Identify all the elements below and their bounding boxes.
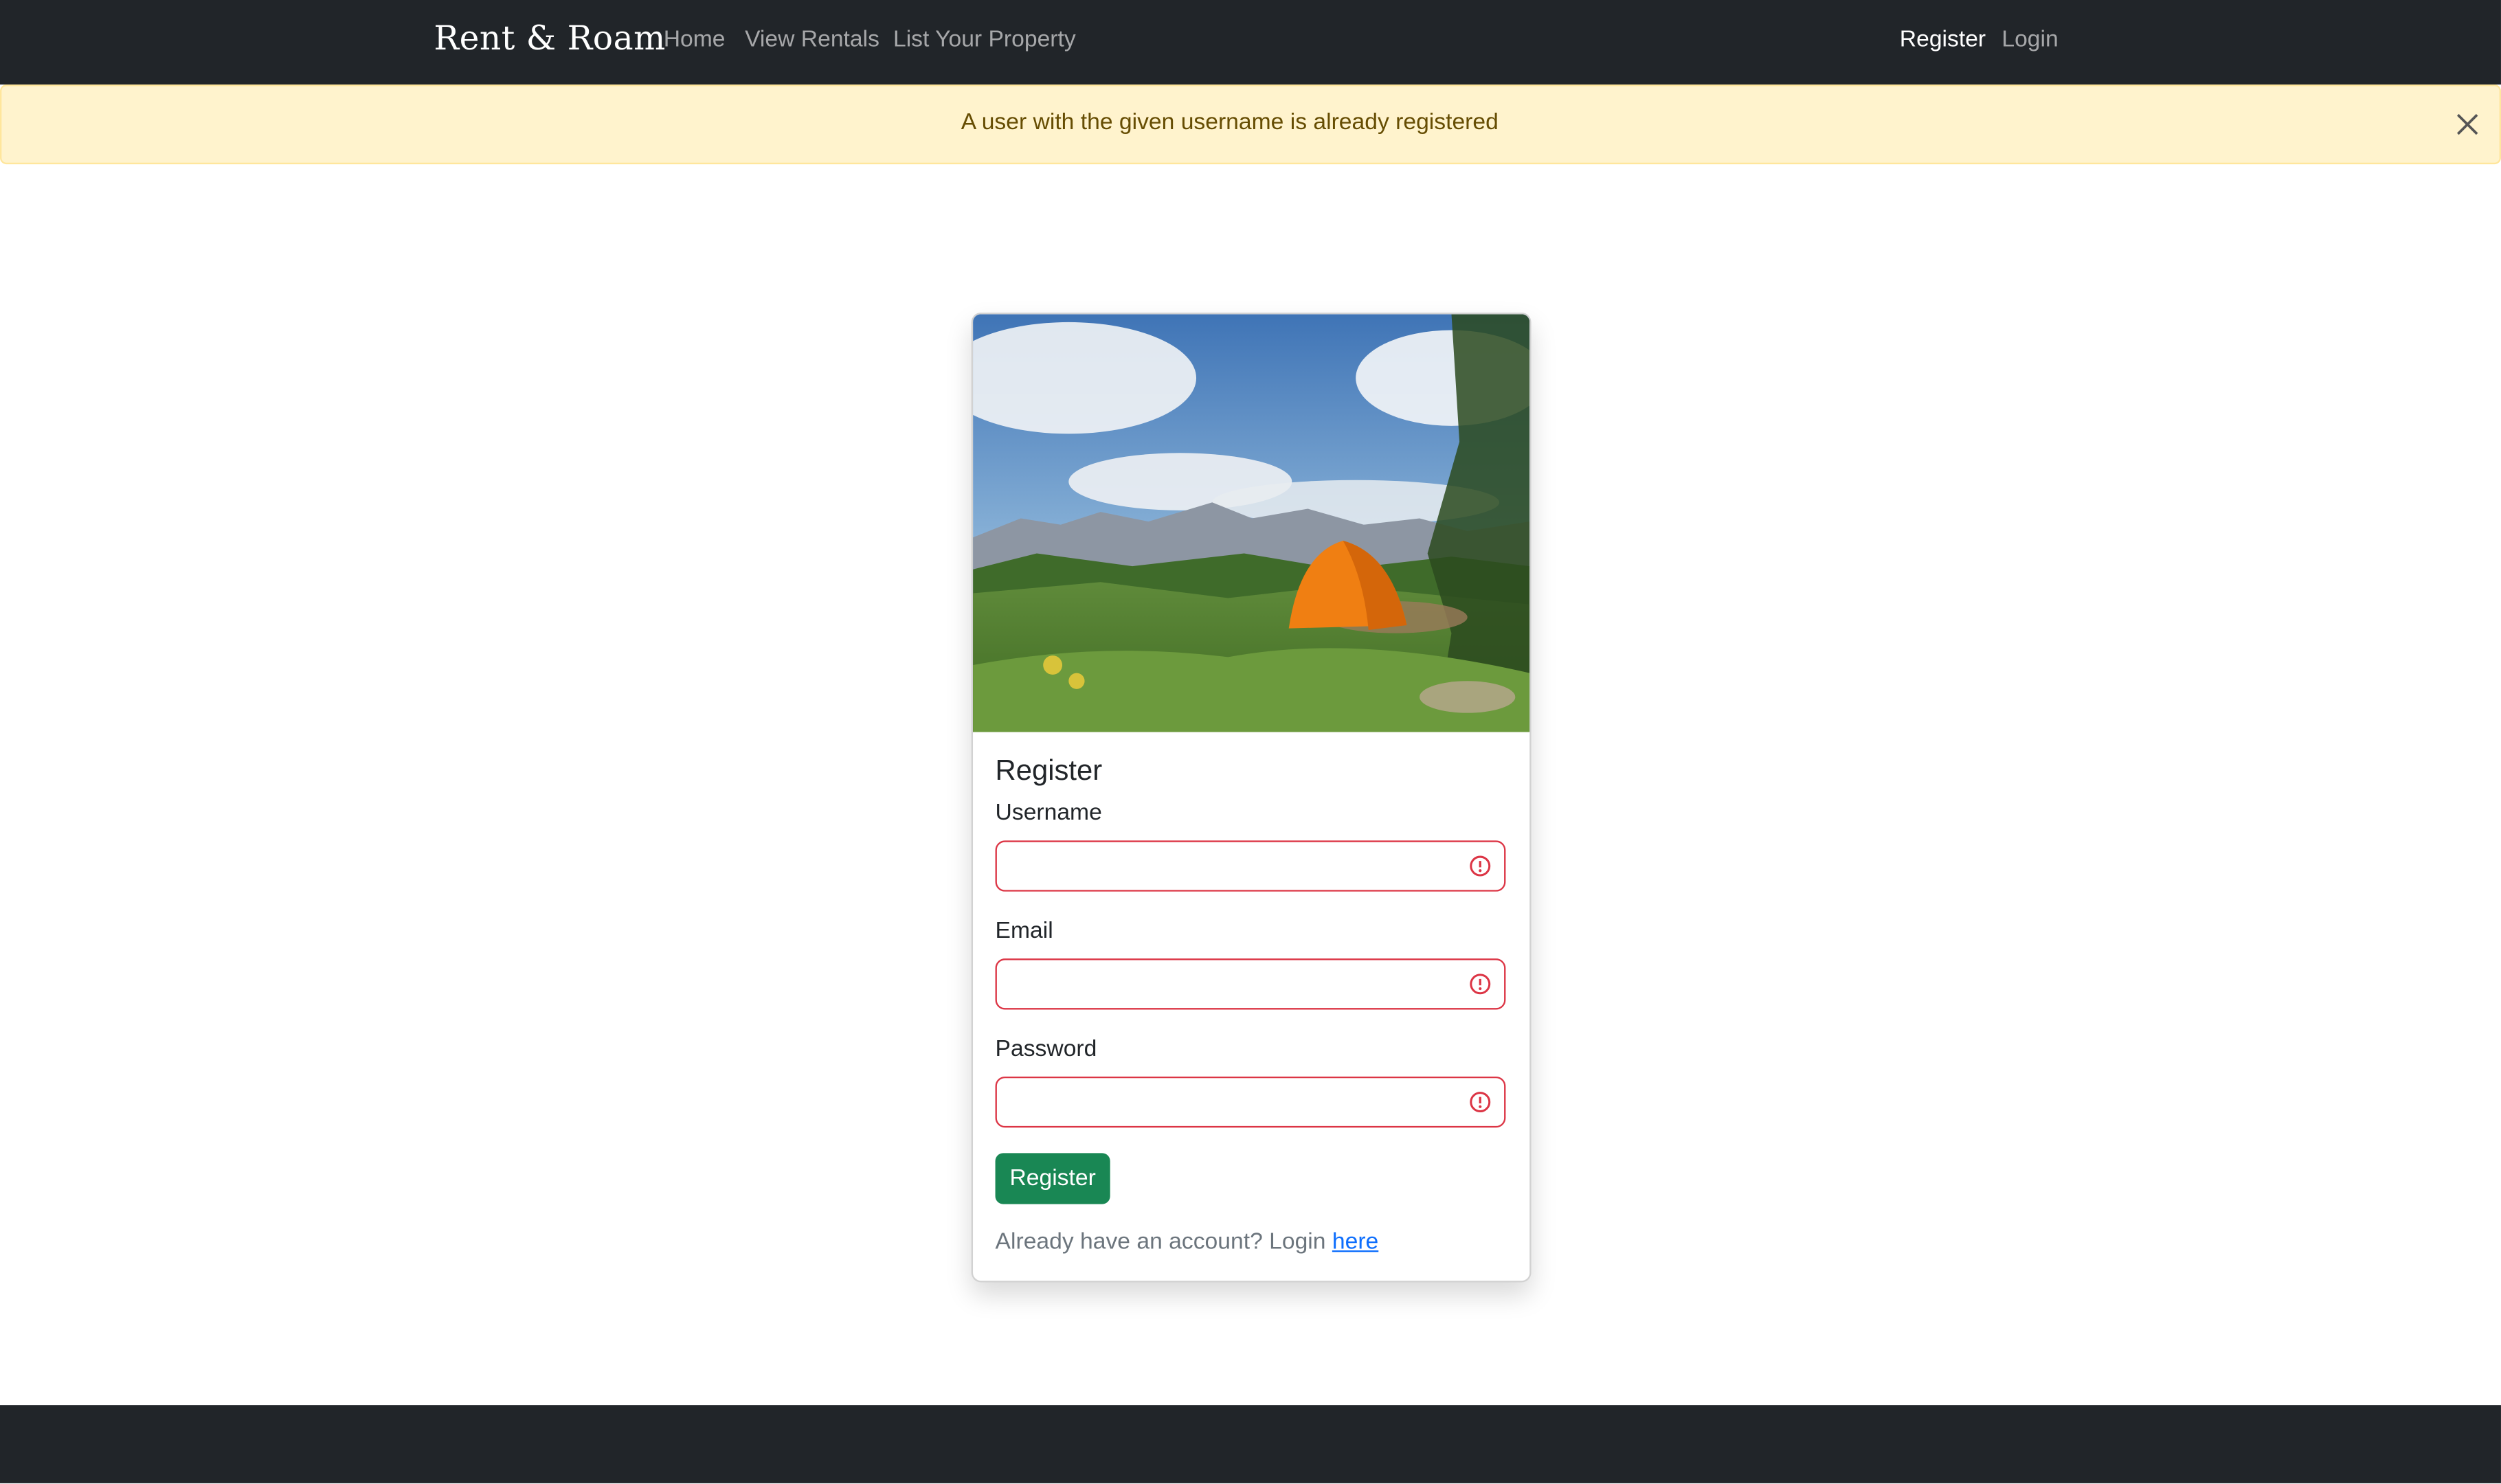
- register-button[interactable]: Register: [995, 1153, 1110, 1204]
- password-input[interactable]: [995, 1076, 1506, 1128]
- username-field[interactable]: [1013, 842, 1466, 890]
- password-field[interactable]: [1013, 1078, 1466, 1126]
- nav-list-property[interactable]: List Your Property: [893, 27, 1076, 52]
- error-icon: [1470, 1092, 1491, 1113]
- camping-tent-image: [973, 314, 1530, 732]
- form-title: Register: [995, 754, 1103, 787]
- warning-alert: A user with the given username is alread…: [0, 85, 2501, 165]
- nav-view-rentals[interactable]: View Rentals: [745, 27, 879, 52]
- nav-register[interactable]: Register: [1900, 27, 1986, 52]
- page-footer: [0, 1405, 2501, 1483]
- login-prompt-text: Already have an account? Login: [995, 1229, 1332, 1255]
- login-here-link[interactable]: here: [1332, 1230, 1378, 1255]
- close-icon[interactable]: [2452, 109, 2483, 140]
- top-navbar: Rent & Roam Home View Rentals List Your …: [0, 0, 2501, 85]
- email-input[interactable]: [995, 958, 1506, 1010]
- email-label: Email: [995, 919, 1053, 945]
- nav-home[interactable]: Home: [664, 27, 726, 52]
- error-icon: [1470, 974, 1491, 995]
- alert-message: A user with the given username is alread…: [961, 110, 1499, 136]
- login-prompt: Already have an account? Login here: [996, 1230, 1379, 1255]
- username-input[interactable]: [995, 840, 1506, 892]
- email-field[interactable]: [1013, 960, 1466, 1009]
- register-card: Register Username Email Password Registe…: [971, 312, 1532, 1283]
- password-label: Password: [995, 1036, 1097, 1063]
- nav-login[interactable]: Login: [2001, 27, 2058, 52]
- error-icon: [1470, 855, 1491, 877]
- brand-logo[interactable]: Rent & Roam: [434, 19, 665, 58]
- username-label: Username: [995, 800, 1102, 827]
